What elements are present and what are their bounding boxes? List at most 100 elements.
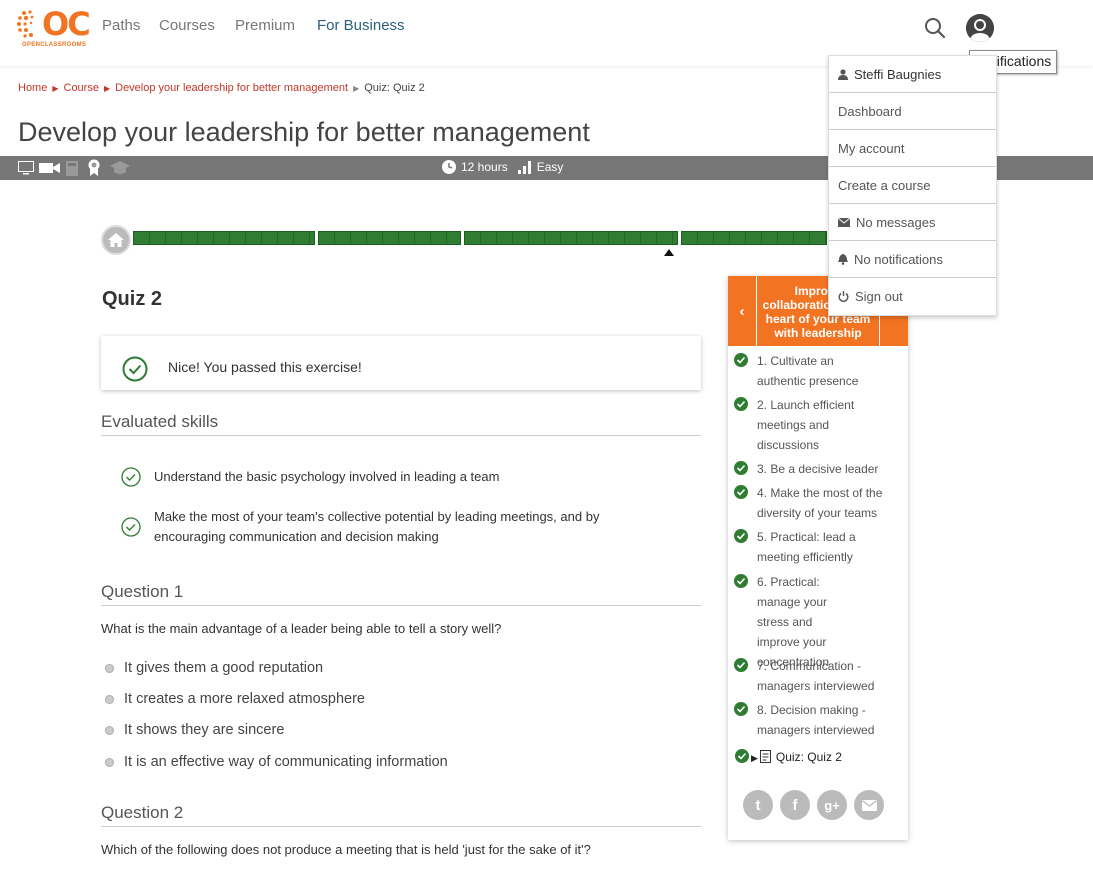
radio-button[interactable] <box>105 694 114 704</box>
skill-item: Understand the basic psychology involved… <box>121 467 641 487</box>
share-email-button[interactable] <box>854 790 884 820</box>
chapter-item[interactable]: 4. Make the most of the diversity of you… <box>734 483 885 523</box>
home-icon <box>108 233 124 247</box>
course-meta: 12 hours Easy <box>442 160 563 174</box>
menu-sign-out[interactable]: Sign out <box>829 278 996 315</box>
quiz-title: Quiz 2 <box>102 288 163 310</box>
user-name: Steffi Baugnies <box>854 66 942 82</box>
breadcrumb-course-title[interactable]: Develop your leadership for better manag… <box>115 82 348 94</box>
nav-premium[interactable]: Premium <box>235 17 295 34</box>
share-google-plus-button[interactable]: g+ <box>817 790 847 820</box>
chapter-item[interactable]: 5. Practical: lead a meeting efficiently <box>734 527 867 567</box>
progress-segment-part-4[interactable] <box>681 231 827 245</box>
menu-messages-label: No messages <box>856 214 936 230</box>
user-silhouette-icon <box>966 14 994 42</box>
openclassrooms-logo[interactable]: OC OPENCLASSROOMS <box>16 5 91 51</box>
breadcrumb-separator-icon: ▶ <box>52 83 59 93</box>
answer-label: It is an effective way of communicating … <box>124 754 448 770</box>
progress-current-marker <box>664 249 674 256</box>
menu-notifications[interactable]: No notifications <box>829 241 996 278</box>
question-1-text: What is the main advantage of a leader b… <box>101 621 502 636</box>
answer-option[interactable]: It gives them a good reputation <box>105 660 323 676</box>
answer-label: It shows they are sincere <box>124 722 285 738</box>
envelope-icon <box>838 217 850 227</box>
chapter-item[interactable]: 3. Be a decisive leader <box>734 459 885 479</box>
evaluated-skills-heading: Evaluated skills <box>101 412 701 436</box>
breadcrumb: Home ▶ Course ▶ Develop your leadership … <box>18 82 425 94</box>
graduation-cap-icon <box>110 161 130 174</box>
answer-label: It gives them a good reputation <box>124 660 324 676</box>
chapter-label: 3. Be a decisive leader <box>757 462 879 476</box>
quiz-passed-message: Nice! You passed this exercise! <box>168 359 362 375</box>
user-menu-dropdown: Steffi Baugnies Dashboard My account Cre… <box>828 55 997 316</box>
search-icon[interactable] <box>924 17 946 39</box>
menu-create-course-label: Create a course <box>838 177 931 193</box>
menu-my-account-label: My account <box>838 140 905 156</box>
user-avatar[interactable] <box>966 14 994 42</box>
breadcrumb-separator-icon: ▶ <box>103 83 111 93</box>
share-twitter-button[interactable]: t <box>743 790 773 820</box>
completed-check-icon <box>735 749 749 763</box>
logo-subtext: OPENCLASSROOMS <box>22 42 87 48</box>
course-home-button[interactable] <box>101 225 131 255</box>
radio-button[interactable] <box>105 725 114 735</box>
chapter-label: 7. Communication - managers interviewed <box>757 659 875 693</box>
chapter-item[interactable]: 2. Launch efficient meetings and discuss… <box>734 395 857 455</box>
course-difficulty: Easy <box>536 160 564 174</box>
breadcrumb-home[interactable]: Home <box>18 82 47 94</box>
course-title: Develop your leadership for better manag… <box>18 117 590 147</box>
certificate-icon <box>88 159 100 176</box>
menu-dashboard-label: Dashboard <box>838 103 902 119</box>
chapter-label: 4. Make the most of the diversity of you… <box>757 486 883 520</box>
completed-check-icon <box>734 397 748 411</box>
google-plus-icon: g+ <box>824 797 840 813</box>
progress-segment-part-2[interactable] <box>318 231 461 245</box>
progress-segment-part-1[interactable] <box>133 231 315 245</box>
video-camera-icon <box>39 163 60 173</box>
monitor-icon <box>18 161 34 175</box>
answer-label: It creates a more relaxed atmosphere <box>124 691 365 707</box>
menu-messages[interactable]: No messages <box>829 204 996 241</box>
chapter-label: 8. Decision making - managers interviewe… <box>757 703 875 737</box>
menu-notifications-label: No notifications <box>854 251 943 267</box>
nav-courses[interactable]: Courses <box>159 17 215 34</box>
chevron-left-icon: ‹ <box>739 302 745 320</box>
chapter-label: Quiz: Quiz 2 <box>775 750 842 764</box>
nav-paths[interactable]: Paths <box>102 17 140 34</box>
completed-check-icon <box>734 574 748 588</box>
nav-for-business[interactable]: For Business <box>317 17 405 34</box>
breadcrumb-course[interactable]: Course <box>64 82 99 94</box>
breadcrumb-current: Quiz: Quiz 2 <box>364 82 425 94</box>
radio-button[interactable] <box>105 663 114 673</box>
email-icon <box>861 799 877 811</box>
menu-my-account[interactable]: My account <box>829 130 996 167</box>
menu-create-course[interactable]: Create a course <box>829 167 996 204</box>
answer-option[interactable]: It is an effective way of communicating … <box>105 754 448 770</box>
chapter-item[interactable]: 1. Cultivate an authentic presence <box>734 351 885 391</box>
share-facebook-button[interactable]: f <box>780 790 810 820</box>
book-icon <box>66 161 78 176</box>
answer-option[interactable]: It creates a more relaxed atmosphere <box>105 691 365 707</box>
radio-button[interactable] <box>105 757 114 767</box>
course-outline-panel: ‹ Improve collaboration at the heart of … <box>728 276 908 840</box>
chapter-item-current[interactable]: ▶ Quiz: Quiz 2 <box>735 747 842 768</box>
question-1-heading: Question 1 <box>101 582 701 606</box>
bell-icon <box>838 253 848 265</box>
quiz-icon <box>759 750 771 763</box>
clock-icon <box>442 160 456 174</box>
menu-dashboard[interactable]: Dashboard <box>829 93 996 130</box>
answer-option[interactable]: It shows they are sincere <box>105 722 284 738</box>
user-menu-name[interactable]: Steffi Baugnies <box>829 56 996 93</box>
check-circle-icon <box>121 467 141 487</box>
chapter-item[interactable]: 7. Communication - managers interviewed <box>734 656 882 696</box>
facebook-icon: f <box>792 796 798 814</box>
previous-part-button[interactable]: ‹ <box>728 276 757 346</box>
chapter-item[interactable]: 8. Decision making - managers interviewe… <box>734 700 882 740</box>
user-icon <box>838 68 848 80</box>
check-circle-icon <box>121 517 141 537</box>
logo-text: OC <box>42 5 91 43</box>
chapter-label: 2. Launch efficient meetings and discuss… <box>757 398 855 452</box>
course-progress-bar <box>133 231 827 245</box>
menu-sign-out-label: Sign out <box>855 289 903 304</box>
progress-segment-part-3[interactable] <box>464 231 678 245</box>
